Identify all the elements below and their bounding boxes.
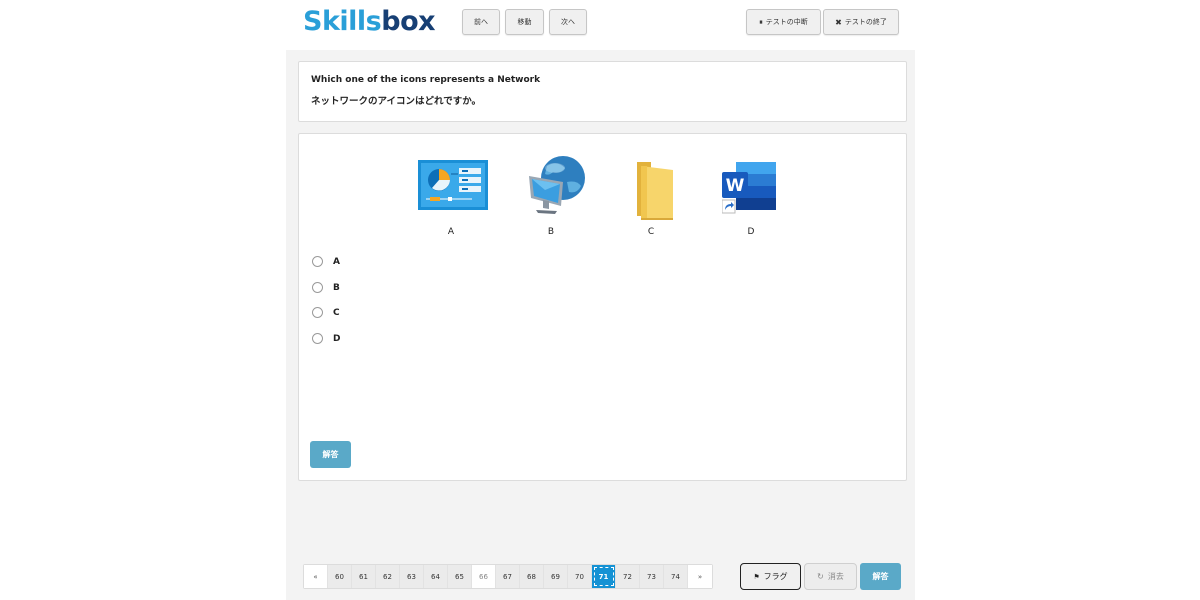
skillsbox-logo: Skillsbox xyxy=(303,6,436,37)
page-62[interactable]: 62 xyxy=(376,565,400,588)
page-72[interactable]: 72 xyxy=(616,565,640,588)
dashboard-icon xyxy=(418,160,488,210)
pagination: « 60 61 62 63 64 65 66 67 68 69 70 71 72… xyxy=(303,564,713,589)
page-64[interactable]: 64 xyxy=(424,565,448,588)
icon-label-d: D xyxy=(747,227,755,237)
network-globe-icon xyxy=(529,156,585,214)
prev-button[interactable]: 前へ xyxy=(462,9,500,35)
option-a[interactable]: A xyxy=(312,256,340,267)
page-next[interactable]: » xyxy=(688,565,712,588)
page-69[interactable]: 69 xyxy=(544,565,568,588)
answer-button[interactable]: 解答 xyxy=(310,441,351,468)
move-button[interactable]: 移動 xyxy=(505,9,544,35)
flag-button[interactable]: ⚑ フラグ xyxy=(740,563,801,590)
pause-test-button[interactable]: ⏸ テストの中断 xyxy=(746,9,821,35)
radio-c[interactable] xyxy=(312,307,323,318)
pause-icon: ⏸ xyxy=(759,17,763,26)
option-c[interactable]: C xyxy=(312,307,340,318)
close-icon: ✖ xyxy=(835,17,842,27)
icon-label-b: B xyxy=(547,227,555,237)
test-frame: Skillsbox 前へ 移動 次へ ⏸ テストの中断 ✖ テストの終了 Whi… xyxy=(286,0,915,600)
radio-a[interactable] xyxy=(312,256,323,267)
svg-text:W: W xyxy=(726,176,745,196)
page-73[interactable]: 73 xyxy=(640,565,664,588)
question-panel: Which one of the icons represents a Netw… xyxy=(298,61,907,122)
icon-label-c: C xyxy=(647,227,655,237)
clear-button[interactable]: ↻ 消去 xyxy=(804,563,857,590)
page-60[interactable]: 60 xyxy=(328,565,352,588)
page-65[interactable]: 65 xyxy=(448,565,472,588)
question-text-japanese: ネットワークのアイコンはどれですか。 xyxy=(311,96,482,107)
page-70[interactable]: 70 xyxy=(568,565,592,588)
end-test-button[interactable]: ✖ テストの終了 xyxy=(823,9,899,35)
bottom-answer-button[interactable]: 解答 xyxy=(860,563,901,590)
option-b[interactable]: B xyxy=(312,282,340,293)
page-71-current[interactable]: 71 xyxy=(592,565,616,588)
page-61[interactable]: 61 xyxy=(352,565,376,588)
answer-panel: A B C W D A B C D 解答 xyxy=(298,133,907,481)
icon-label-a: A xyxy=(447,227,455,237)
page-prev[interactable]: « xyxy=(304,565,328,588)
page-67[interactable]: 67 xyxy=(496,565,520,588)
top-bar: Skillsbox 前へ 移動 次へ ⏸ テストの中断 ✖ テストの終了 xyxy=(286,0,915,50)
folder-icon xyxy=(637,162,673,220)
radio-d[interactable] xyxy=(312,333,323,344)
radio-b[interactable] xyxy=(312,282,323,293)
option-d[interactable]: D xyxy=(312,333,340,344)
page-63[interactable]: 63 xyxy=(400,565,424,588)
refresh-icon: ↻ xyxy=(817,572,824,581)
word-shortcut-icon: W xyxy=(722,162,776,214)
question-text-english: Which one of the icons represents a Netw… xyxy=(311,75,541,85)
page-66[interactable]: 66 xyxy=(472,565,496,588)
page-74[interactable]: 74 xyxy=(664,565,688,588)
next-button[interactable]: 次へ xyxy=(549,9,587,35)
flag-icon: ⚑ xyxy=(753,572,760,581)
page-68[interactable]: 68 xyxy=(520,565,544,588)
